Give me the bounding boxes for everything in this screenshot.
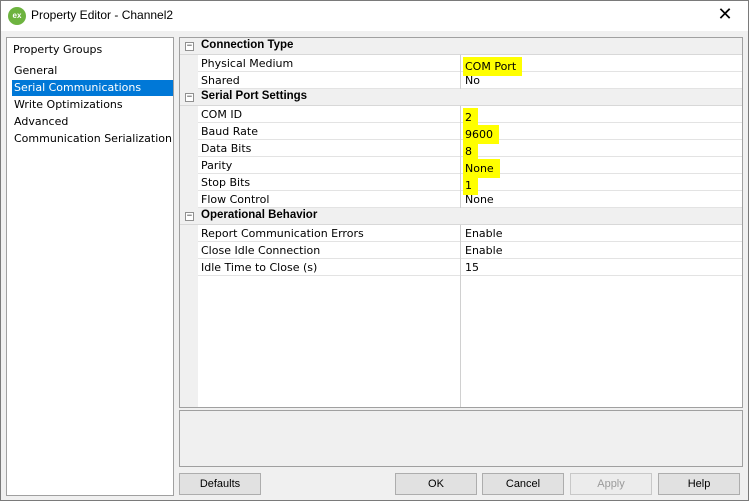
- category-row-connection-type[interactable]: − Connection Type: [180, 38, 742, 55]
- cancel-button[interactable]: Cancel: [482, 473, 564, 495]
- column-divider: [460, 259, 461, 276]
- property-row[interactable]: Close Idle Connection Enable: [180, 242, 742, 259]
- property-name: COM ID: [201, 108, 243, 121]
- row-gutter: [180, 106, 198, 123]
- column-divider: [460, 242, 461, 259]
- property-row[interactable]: Physical Medium COM Port: [180, 55, 742, 76]
- group-item-write-optimizations[interactable]: Write Optimizations: [12, 97, 125, 113]
- property-name: Report Communication Errors: [201, 227, 364, 240]
- group-item-serial-communications[interactable]: Serial Communications: [12, 80, 173, 96]
- row-gutter: [180, 174, 198, 191]
- property-row[interactable]: Data Bits 8: [180, 140, 742, 161]
- property-name: Flow Control: [201, 193, 270, 206]
- group-item-advanced[interactable]: Advanced: [12, 114, 70, 130]
- collapse-icon[interactable]: −: [185, 93, 194, 102]
- category-row-serial-port-settings[interactable]: − Serial Port Settings: [180, 89, 742, 106]
- property-name: Shared: [201, 74, 240, 87]
- property-name: Stop Bits: [201, 176, 251, 189]
- category-row-operational-behavior[interactable]: − Operational Behavior: [180, 208, 742, 225]
- property-row[interactable]: Parity None: [180, 157, 742, 178]
- apply-button[interactable]: Apply: [570, 473, 652, 495]
- row-gutter: [180, 225, 198, 242]
- property-name: Parity: [201, 159, 233, 172]
- column-divider: [460, 72, 461, 89]
- row-gutter: [180, 191, 198, 208]
- collapse-icon[interactable]: −: [185, 212, 194, 221]
- property-name: Close Idle Connection: [201, 244, 321, 257]
- property-value[interactable]: None: [465, 193, 494, 206]
- title-bar: ex Property Editor - Channel2 ✕: [1, 1, 748, 31]
- grid-divider-filler: [460, 276, 461, 407]
- property-value[interactable]: Enable: [465, 244, 502, 257]
- defaults-button[interactable]: Defaults: [179, 473, 261, 495]
- help-button[interactable]: Help: [658, 473, 740, 495]
- column-divider: [460, 191, 461, 208]
- close-icon[interactable]: ✕: [702, 1, 748, 31]
- category-label: Operational Behavior: [201, 209, 318, 221]
- category-label: Connection Type: [201, 39, 294, 51]
- column-divider: [460, 157, 461, 174]
- property-name: Idle Time to Close (s): [201, 261, 318, 274]
- property-row[interactable]: COM ID 2: [180, 106, 742, 127]
- row-gutter: [180, 140, 198, 157]
- column-divider: [460, 123, 461, 140]
- grid-gutter-filler: [180, 276, 198, 407]
- property-row[interactable]: Stop Bits 1: [180, 174, 742, 195]
- property-editor-window: ex Property Editor - Channel2 ✕ Property…: [0, 0, 749, 501]
- column-divider: [460, 55, 461, 72]
- property-row[interactable]: Flow Control None: [180, 191, 742, 208]
- column-divider: [460, 174, 461, 191]
- property-value[interactable]: Enable: [465, 227, 502, 240]
- property-grid: − Connection Type Physical Medium COM Po…: [179, 37, 743, 408]
- property-name: Baud Rate: [201, 125, 258, 138]
- ok-button[interactable]: OK: [395, 473, 477, 495]
- property-row[interactable]: Shared No: [180, 72, 742, 89]
- row-gutter: [180, 123, 198, 140]
- column-divider: [460, 106, 461, 123]
- app-logo-icon: ex: [8, 7, 26, 25]
- property-value[interactable]: 15: [465, 261, 479, 274]
- property-row[interactable]: Baud Rate 9600: [180, 123, 742, 144]
- category-label: Serial Port Settings: [201, 90, 308, 102]
- group-item-communication-serialization[interactable]: Communication Serialization: [12, 131, 174, 147]
- property-groups-header: Property Groups: [13, 43, 103, 56]
- row-gutter: [180, 157, 198, 174]
- row-gutter: [180, 72, 198, 89]
- property-name: Data Bits: [201, 142, 252, 155]
- row-gutter: [180, 242, 198, 259]
- property-value[interactable]: No: [465, 74, 480, 87]
- window-title: Property Editor - Channel2: [31, 8, 174, 22]
- column-divider: [460, 225, 461, 242]
- row-gutter: [180, 259, 198, 276]
- collapse-icon[interactable]: −: [185, 42, 194, 51]
- property-row[interactable]: Report Communication Errors Enable: [180, 225, 742, 242]
- column-divider: [460, 140, 461, 157]
- group-item-general[interactable]: General: [12, 63, 59, 79]
- property-groups-panel: Property Groups General Serial Communica…: [6, 37, 174, 496]
- property-name: Physical Medium: [201, 57, 294, 70]
- property-row[interactable]: Idle Time to Close (s) 15: [180, 259, 742, 276]
- description-panel: [179, 410, 743, 467]
- row-gutter: [180, 55, 198, 72]
